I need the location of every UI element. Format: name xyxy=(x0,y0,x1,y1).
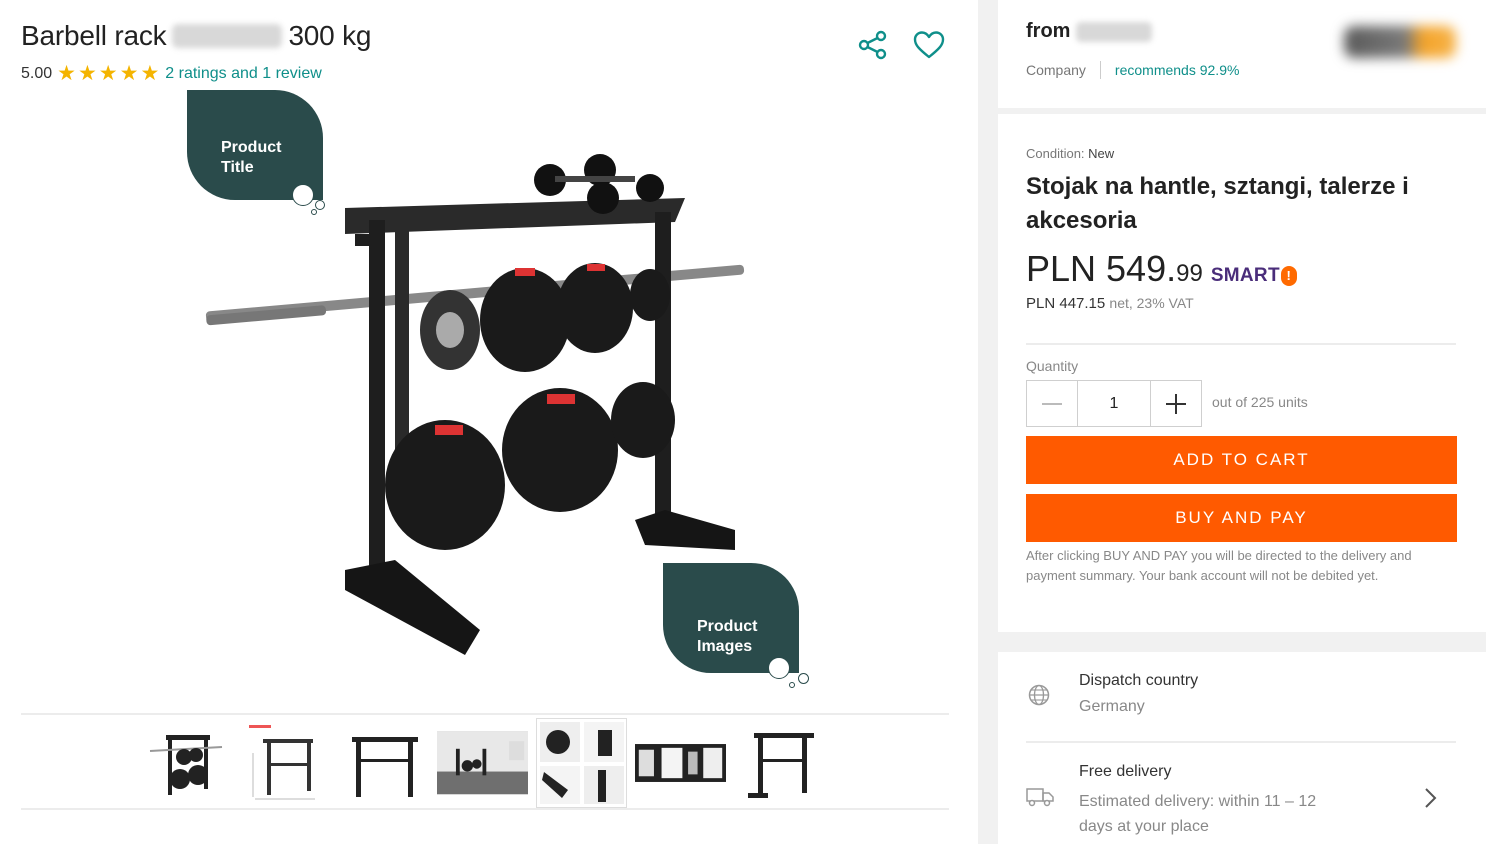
condition-value: New xyxy=(1088,146,1115,161)
net-price-value: PLN 447.15 xyxy=(1026,295,1106,312)
star-icon: ★ xyxy=(119,62,139,85)
smart-info-icon: ! xyxy=(1280,266,1297,286)
divider xyxy=(21,808,949,810)
seller-name[interactable]: from xyxy=(1026,20,1153,43)
star-icon: ★ xyxy=(140,62,160,85)
bubble-tail-dot xyxy=(768,657,790,679)
minus-icon xyxy=(1042,402,1062,405)
dispatch-country-value: Germany xyxy=(1079,698,1145,715)
thumbnail[interactable] xyxy=(239,718,330,808)
net-price: PLN 447.15 net, 23% VAT xyxy=(1026,295,1194,312)
seller-panel: from Company recommends 92.9% xyxy=(998,0,1486,108)
annotation-line: Product xyxy=(221,139,282,156)
dispatch-country-label: Dispatch country xyxy=(1079,672,1199,689)
buy-and-pay-button[interactable]: BUY AND PAY xyxy=(1026,494,1457,542)
product-title-start: Barbell rack xyxy=(21,20,167,51)
divider xyxy=(1026,741,1456,743)
chevron-right-icon[interactable] xyxy=(1422,786,1438,810)
divider xyxy=(1099,61,1101,79)
heart-icon xyxy=(913,31,945,59)
share-button[interactable] xyxy=(856,28,890,62)
product-title-end: 300 kg xyxy=(288,20,372,51)
quantity-increase-button[interactable] xyxy=(1151,381,1201,426)
thumbnail-strip xyxy=(140,718,825,808)
product-gallery-panel: Barbell rack 300 kg 5.00 ★ ★ ★ ★ ★ 2 rat… xyxy=(0,0,978,844)
condition-label: Condition: xyxy=(1026,146,1085,161)
favorite-button[interactable] xyxy=(912,28,946,62)
seller-recommends[interactable]: recommends 92.9% xyxy=(1115,62,1240,78)
add-to-cart-button[interactable]: ADD TO CART xyxy=(1026,436,1457,484)
available-units: out of 225 units xyxy=(1212,394,1308,410)
divider xyxy=(1026,343,1456,345)
bubble-tail-dot xyxy=(789,682,795,688)
star-icon: ★ xyxy=(98,62,118,85)
truck-icon xyxy=(1026,788,1054,807)
seller-from-label: from xyxy=(1026,20,1071,42)
annotation-line: Images xyxy=(697,638,753,655)
quantity-decrease-button[interactable] xyxy=(1027,381,1077,426)
product-actions xyxy=(856,28,946,62)
bubble-tail-dot xyxy=(292,184,314,206)
thumbnail[interactable] xyxy=(140,718,231,808)
ratings-link[interactable]: 2 ratings and 1 review xyxy=(165,65,322,83)
bubble-tail-dot xyxy=(311,209,317,215)
rating-score: 5.00 xyxy=(21,65,53,82)
seller-meta: Company recommends 92.9% xyxy=(1026,61,1239,79)
buy-disclaimer: After clicking BUY AND PAY you will be d… xyxy=(1026,548,1412,583)
redacted-seller-name xyxy=(1076,21,1153,42)
offer-panel: Condition: New Stojak na hantle, sztangi… xyxy=(998,114,1486,632)
star-icon: ★ xyxy=(57,62,76,85)
offer-title: Stojak na hantle, sztangi, talerze i akc… xyxy=(1026,173,1409,234)
smart-badge[interactable]: SMART ! xyxy=(1211,265,1297,287)
delivery-estimate: Estimated delivery: within 11 – 12 days … xyxy=(1079,793,1317,835)
quantity-stepper xyxy=(1026,380,1202,427)
price: PLN 549. 99 SMART ! xyxy=(1026,248,1297,290)
condition: Condition: New xyxy=(1026,146,1114,161)
thumbnail[interactable] xyxy=(338,718,429,808)
product-title: Barbell rack 300 kg xyxy=(21,20,372,52)
price-main: PLN 549. xyxy=(1026,248,1177,289)
delivery-label: Free delivery xyxy=(1079,763,1172,780)
rating-stars: ★ ★ ★ ★ ★ xyxy=(57,62,160,85)
share-icon xyxy=(858,30,887,60)
seller-type: Company xyxy=(1026,62,1086,78)
price-cents: 99 xyxy=(1176,260,1203,287)
redacted-brand xyxy=(172,24,283,48)
net-price-suffix: net, 23% VAT xyxy=(1109,295,1194,311)
product-page: Barbell rack 300 kg 5.00 ★ ★ ★ ★ ★ 2 rat… xyxy=(0,0,1486,844)
bubble-tail-dot xyxy=(315,200,325,210)
star-icon: ★ xyxy=(77,62,97,85)
bubble-tail-dot xyxy=(798,673,809,684)
plus-icon xyxy=(1166,393,1186,414)
smart-label: SMART xyxy=(1210,265,1280,286)
rating-row: 5.00 ★ ★ ★ ★ ★ 2 ratings and 1 review xyxy=(21,62,322,85)
divider xyxy=(21,713,949,715)
thumbnail[interactable] xyxy=(437,718,528,808)
annotation-line: Product xyxy=(697,618,758,635)
annotation-line: Title xyxy=(221,159,254,176)
globe-icon xyxy=(1028,684,1050,706)
thumbnail-selected[interactable] xyxy=(536,718,627,808)
shipping-panel: Dispatch country Germany Free delivery E… xyxy=(998,652,1486,844)
quantity-label: Quantity xyxy=(1026,358,1079,374)
thumbnail[interactable] xyxy=(635,718,726,808)
quantity-input[interactable] xyxy=(1077,381,1151,426)
seller-logo xyxy=(1344,26,1456,58)
thumbnail[interactable] xyxy=(734,718,825,808)
